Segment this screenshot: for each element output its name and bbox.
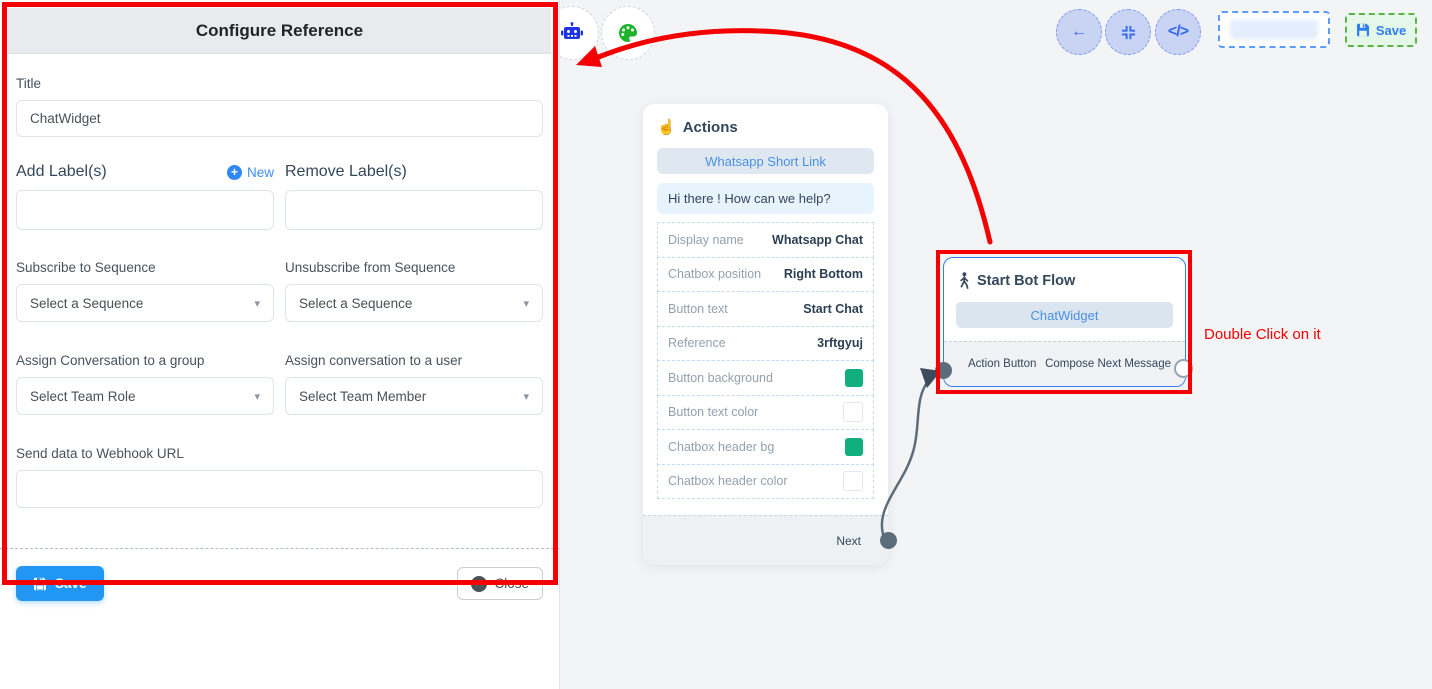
assign-group-label: Assign Conversation to a group xyxy=(16,353,274,368)
back-button[interactable]: ← xyxy=(1056,9,1102,55)
title-input[interactable] xyxy=(16,100,543,137)
add-labels-input[interactable] xyxy=(16,190,274,230)
color-swatch xyxy=(845,438,863,456)
actions-row: Button text Start Chat xyxy=(657,291,874,327)
actions-row: Button text color xyxy=(657,395,874,431)
row-value: 3rftgyuj xyxy=(817,336,863,350)
compress-icon xyxy=(1121,25,1136,40)
start-bot-flow-node[interactable]: Start Bot Flow ChatWidget Action Button … xyxy=(943,257,1186,387)
actions-node-card[interactable]: ☝ Actions Whatsapp Short Link Hi there !… xyxy=(643,104,888,565)
save-button[interactable]: Save xyxy=(16,566,104,601)
webhook-url-label: Send data to Webhook URL xyxy=(16,446,543,461)
subscribe-sequence-label: Subscribe to Sequence xyxy=(16,260,274,275)
hand-pointer-icon: ☝ xyxy=(657,118,676,136)
blurred-text xyxy=(1230,20,1318,39)
new-label-link[interactable]: + New xyxy=(227,165,274,180)
webhook-url-input[interactable] xyxy=(16,470,543,508)
close-button[interactable]: ✕ Close xyxy=(457,567,543,600)
page-title: Configure Reference xyxy=(196,21,363,41)
theme-palette-button[interactable] xyxy=(601,6,655,60)
panel-header: Configure Reference xyxy=(8,8,551,54)
webhook-field-group: Send data to Webhook URL xyxy=(16,446,543,508)
remove-labels-label: Remove Label(s) xyxy=(285,163,407,181)
actions-row: Reference 3rftgyuj xyxy=(657,326,874,362)
add-labels-label: Add Label(s) xyxy=(16,163,107,181)
assign-user-label: Assign conversation to a user xyxy=(285,353,543,368)
connection-edge xyxy=(882,380,929,544)
row-label: Chatbox header bg xyxy=(668,440,774,454)
floppy-save-icon xyxy=(1356,23,1370,37)
row-value: Right Bottom xyxy=(784,267,863,281)
row-label: Chatbox header color xyxy=(668,474,788,488)
color-swatch xyxy=(843,402,863,422)
walking-person-icon xyxy=(958,272,970,289)
node-title: Start Bot Flow xyxy=(977,273,1075,289)
action-button-port-label: Action Button xyxy=(968,358,1036,370)
row-label: Button text color xyxy=(668,405,758,419)
embed-code-button[interactable]: </> xyxy=(1155,9,1201,55)
color-swatch xyxy=(845,369,863,387)
actions-card-title: Actions xyxy=(683,119,738,136)
row-value: Whatsapp Chat xyxy=(772,233,863,247)
remove-labels-input[interactable] xyxy=(285,190,543,230)
actions-row: Display name Whatsapp Chat xyxy=(657,222,874,258)
row-label: Button text xyxy=(668,302,728,316)
subscribe-sequence-select[interactable]: Select a Sequence ▾ xyxy=(16,284,274,322)
unsubscribe-sequence-label: Unsubscribe from Sequence xyxy=(285,260,543,275)
row-label: Chatbox position xyxy=(668,267,761,281)
title-label: Title xyxy=(16,76,543,91)
unsubscribe-sequence-select[interactable]: Select a Sequence ▾ xyxy=(285,284,543,322)
action-button-input-port[interactable] xyxy=(935,362,952,379)
actions-row: Chatbox header bg xyxy=(657,429,874,465)
fit-view-button[interactable] xyxy=(1105,9,1151,55)
palette-icon xyxy=(617,22,639,44)
row-label: Button background xyxy=(668,371,773,385)
row-value: Start Chat xyxy=(803,302,863,316)
greeting-message: Hi there ! How can we help? xyxy=(657,183,874,214)
compose-next-message-port-label: Compose Next Message xyxy=(1045,358,1171,370)
next-label: Next xyxy=(836,534,861,548)
chevron-down-icon: ▾ xyxy=(254,390,260,403)
actions-rows: Display name Whatsapp Chat Chatbox positio… xyxy=(657,222,874,499)
floppy-save-icon xyxy=(33,577,47,591)
whatsapp-short-link-button[interactable]: Whatsapp Short Link xyxy=(657,148,874,174)
assign-user-select[interactable]: Select Team Member ▾ xyxy=(285,377,543,415)
annotation-text: Double Click on it xyxy=(1204,326,1321,343)
title-field-group: Title xyxy=(16,76,543,137)
next-output-port[interactable] xyxy=(880,532,897,549)
robot-icon xyxy=(560,22,584,44)
actions-row: Chatbox position Right Bottom xyxy=(657,257,874,293)
flow-title-input[interactable] xyxy=(1218,11,1330,48)
row-label: Display name xyxy=(668,233,744,247)
color-swatch xyxy=(843,471,863,491)
close-icon: ✕ xyxy=(471,576,487,592)
row-label: Reference xyxy=(668,336,726,350)
actions-row: Button background xyxy=(657,360,874,396)
chatwidget-reference-button[interactable]: ChatWidget xyxy=(956,302,1173,328)
plus-circle-icon: + xyxy=(227,165,242,180)
actions-row: Chatbox header color xyxy=(657,464,874,500)
chevron-down-icon: ▾ xyxy=(523,390,529,403)
toolbar-save-button[interactable]: Save xyxy=(1345,13,1417,47)
configure-reference-panel: Configure Reference Title Add Label(s) +… xyxy=(0,0,560,689)
arrow-left-icon: ← xyxy=(1071,23,1087,41)
chevron-down-icon: ▾ xyxy=(523,297,529,310)
actions-card-footer: Next xyxy=(643,515,888,565)
compose-next-message-output-port[interactable] xyxy=(1174,359,1193,378)
chevron-down-icon: ▾ xyxy=(254,297,260,310)
assign-group-select[interactable]: Select Team Role ▾ xyxy=(16,377,274,415)
code-icon: </> xyxy=(1168,23,1188,41)
